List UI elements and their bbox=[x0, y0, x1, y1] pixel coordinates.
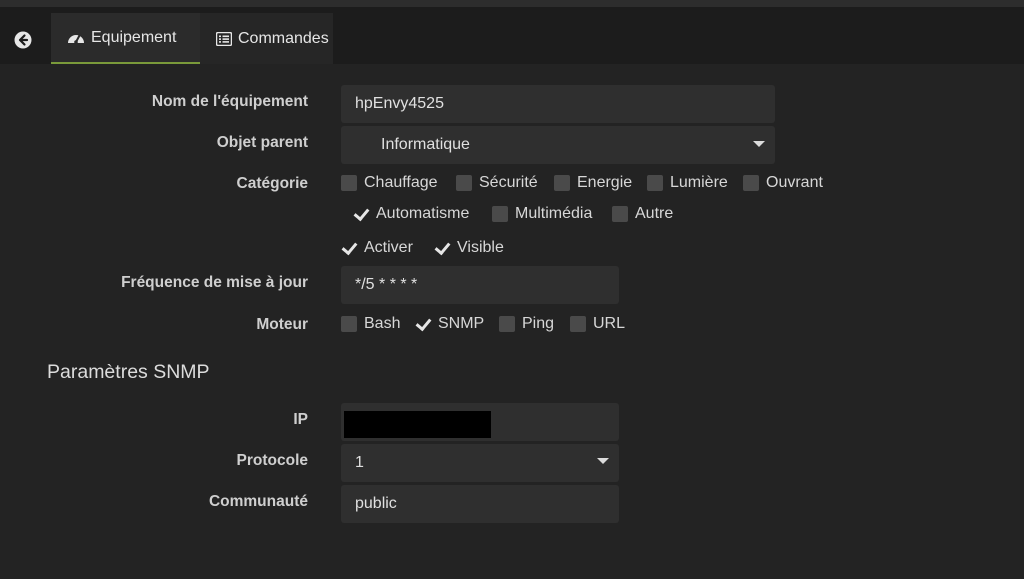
list-icon bbox=[216, 31, 232, 46]
dashboard-icon bbox=[68, 34, 84, 44]
category-lumiere[interactable]: Lumière bbox=[647, 174, 728, 192]
tab-commandes-label: Commandes bbox=[238, 29, 329, 47]
checkbox[interactable] bbox=[492, 206, 508, 222]
engine-url[interactable]: URL bbox=[570, 315, 625, 333]
checkbox[interactable] bbox=[341, 316, 357, 332]
parent-select[interactable]: Informatique bbox=[341, 126, 775, 164]
activer-checkbox[interactable]: Activer bbox=[341, 239, 413, 257]
community-label: Communauté bbox=[208, 493, 308, 510]
engine-bash[interactable]: Bash bbox=[341, 315, 400, 333]
name-label: Nom de l'équipement bbox=[151, 93, 308, 110]
redaction-box bbox=[344, 411, 491, 438]
checkbox[interactable] bbox=[341, 175, 357, 191]
category-chauffage[interactable]: Chauffage bbox=[341, 174, 438, 192]
checkbox[interactable] bbox=[612, 206, 628, 222]
chevron-down-icon bbox=[753, 141, 765, 147]
parent-label: Objet parent bbox=[216, 134, 308, 151]
checkbox-checked[interactable] bbox=[434, 240, 450, 256]
checkbox-label: Autre bbox=[635, 205, 674, 222]
name-input[interactable]: hpEnvy4525 bbox=[341, 85, 775, 123]
engine-ping[interactable]: Ping bbox=[499, 315, 554, 333]
checkbox-label: Multimédia bbox=[515, 205, 593, 222]
checkbox-checked[interactable] bbox=[341, 240, 357, 256]
category-energie[interactable]: Energie bbox=[554, 174, 632, 192]
checkbox-checked[interactable] bbox=[415, 316, 431, 332]
category-automatisme[interactable]: Automatisme bbox=[353, 205, 469, 223]
chevron-down-icon bbox=[597, 458, 609, 464]
checkbox-label: Sécurité bbox=[479, 174, 538, 191]
checkbox[interactable] bbox=[570, 316, 586, 332]
checkbox[interactable] bbox=[647, 175, 663, 191]
category-securite[interactable]: Sécurité bbox=[456, 174, 538, 192]
checkbox-checked[interactable] bbox=[353, 206, 369, 222]
category-label: Catégorie bbox=[236, 175, 309, 192]
category-autre[interactable]: Autre bbox=[612, 205, 673, 223]
checkbox-label: Chauffage bbox=[364, 174, 438, 191]
frequency-input[interactable]: */5 * * * * bbox=[341, 266, 619, 304]
checkbox-label: URL bbox=[593, 315, 626, 332]
arrow-left-circle-icon bbox=[14, 31, 32, 49]
community-input[interactable]: public bbox=[341, 485, 619, 523]
top-strip bbox=[0, 0, 1024, 7]
checkbox[interactable] bbox=[499, 316, 515, 332]
tab-bar: Equipement Commandes bbox=[0, 7, 1024, 64]
engine-label: Moteur bbox=[256, 316, 308, 333]
checkbox-label: Bash bbox=[364, 315, 401, 332]
section-title: Paramètres SNMP bbox=[47, 361, 210, 383]
checkbox-label: SNMP bbox=[438, 315, 485, 332]
checkbox-label: Energie bbox=[577, 174, 633, 191]
checkbox[interactable] bbox=[743, 175, 759, 191]
engine-snmp[interactable]: SNMP bbox=[415, 315, 484, 333]
checkbox-label: Ping bbox=[522, 315, 555, 332]
checkbox-label: Ouvrant bbox=[766, 174, 823, 191]
checkbox[interactable] bbox=[456, 175, 472, 191]
protocol-select-value: 1 bbox=[355, 454, 364, 471]
parent-select-value: Informatique bbox=[381, 136, 470, 153]
checkbox[interactable] bbox=[554, 175, 570, 191]
visible-checkbox[interactable]: Visible bbox=[434, 239, 504, 257]
category-ouvrant[interactable]: Ouvrant bbox=[743, 174, 823, 192]
frequency-label: Fréquence de mise à jour bbox=[121, 274, 308, 291]
checkbox-label: Activer bbox=[364, 239, 413, 256]
tab-equipement-label: Equipement bbox=[91, 28, 177, 46]
checkbox-label: Automatisme bbox=[376, 205, 470, 222]
category-multimedia[interactable]: Multimédia bbox=[492, 205, 592, 223]
tab-commandes[interactable]: Commandes bbox=[200, 13, 333, 64]
checkbox-label: Visible bbox=[457, 239, 504, 256]
ip-label: IP bbox=[293, 411, 308, 428]
back-button[interactable] bbox=[8, 25, 38, 55]
checkbox-label: Lumière bbox=[670, 174, 728, 191]
tab-equipement[interactable]: Equipement bbox=[51, 13, 200, 64]
protocol-label: Protocole bbox=[236, 452, 308, 469]
protocol-select[interactable]: 1 bbox=[341, 444, 619, 482]
